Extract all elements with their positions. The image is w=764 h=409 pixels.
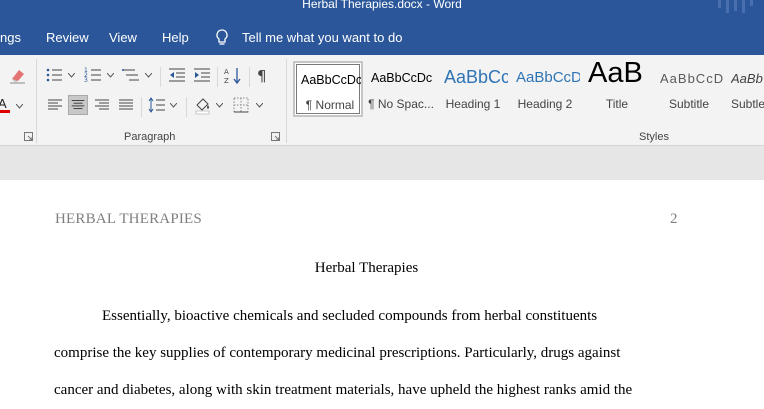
decrease-indent-icon[interactable]	[167, 65, 187, 85]
chevron-down-icon[interactable]	[145, 73, 152, 78]
style-preview: AaBbCcD	[660, 71, 724, 86]
ribbon: A 123 AZ ¶ Paragraph AaBbCcDc ¶ Normal A…	[0, 55, 764, 146]
style-name: Heading 2	[517, 97, 573, 111]
signal-icon	[718, 0, 753, 13]
style-no-spacing[interactable]: AaBbCcDc ¶ No Spac...	[366, 61, 436, 117]
style-heading-2[interactable]: AaBbCcD Heading 2	[510, 61, 580, 117]
svg-text:3: 3	[84, 77, 88, 84]
increase-indent-icon[interactable]	[192, 65, 212, 85]
style-preview: AaB	[588, 61, 643, 89]
chevron-down-icon[interactable]	[68, 73, 75, 78]
window-title: Herbal Therapies.docx - Word	[302, 0, 462, 11]
running-head[interactable]: HERBAL THERAPIES	[55, 211, 202, 228]
paragraph-line[interactable]: comprise the key supplies of contemporar…	[54, 345, 620, 362]
borders-icon[interactable]	[231, 95, 251, 115]
tab-settings[interactable]: ngs	[0, 30, 21, 45]
style-name: ¶ No Spac...	[368, 97, 434, 111]
style-preview: AaBb	[731, 71, 763, 86]
document-title[interactable]: Herbal Therapies	[0, 260, 733, 277]
style-heading-1[interactable]: AaBbCc Heading 1	[438, 61, 508, 117]
tell-me-search[interactable]: Tell me what you want to do	[242, 30, 402, 45]
chevron-down-icon[interactable]	[216, 103, 223, 108]
group-divider	[141, 97, 142, 117]
chevron-down-icon[interactable]	[170, 103, 177, 108]
shading-icon[interactable]	[193, 95, 213, 115]
group-divider	[286, 59, 287, 143]
styles-gallery: AaBbCcDc ¶ Normal AaBbCcDc ¶ No Spac... …	[293, 61, 764, 119]
bullets-icon[interactable]	[45, 65, 65, 85]
style-subtitle[interactable]: AaBbCcD Subtitle	[654, 61, 724, 117]
paragraph-dialog-launcher-icon[interactable]	[271, 132, 280, 141]
chevron-down-icon[interactable]	[107, 73, 114, 78]
style-preview: AaBbCcDc	[371, 71, 433, 85]
group-divider	[160, 67, 161, 87]
paragraph-group-label: Paragraph	[124, 131, 176, 143]
group-divider	[217, 67, 218, 87]
paragraph-line[interactable]: cancer and diabetes, along with skin tre…	[54, 382, 632, 399]
align-left-icon[interactable]	[45, 95, 65, 115]
font-color-icon[interactable]: A	[0, 95, 12, 115]
svg-text:A: A	[224, 68, 229, 76]
group-divider	[36, 59, 37, 143]
paragraph-line[interactable]: Essentially, bioactive chemicals and sec…	[102, 308, 597, 325]
show-formatting-marks-icon[interactable]: ¶	[254, 65, 274, 85]
numbering-icon[interactable]: 123	[84, 65, 104, 85]
ribbon-tabs: ngs Review View Help Tell me what you wa…	[0, 13, 764, 55]
style-normal[interactable]: AaBbCcDc ¶ Normal	[293, 61, 363, 117]
line-spacing-icon[interactable]	[147, 95, 167, 115]
group-divider	[186, 97, 187, 117]
style-name: Subtitle	[668, 97, 710, 111]
multilevel-list-icon[interactable]	[121, 65, 141, 85]
document-area[interactable]: HERBAL THERAPIES 2 Herbal Therapies Esse…	[0, 146, 764, 409]
lightbulb-icon[interactable]	[214, 28, 230, 48]
style-name: Subtle	[731, 97, 764, 111]
svg-text:¶: ¶	[257, 67, 267, 85]
svg-text:A: A	[0, 96, 7, 111]
style-preview: AaBbCcD	[516, 69, 580, 86]
style-name: Heading 1	[445, 97, 501, 111]
style-preview: AaBbCcDc	[301, 73, 363, 87]
title-bar: Herbal Therapies.docx - Word	[0, 0, 764, 13]
align-center-icon[interactable]	[68, 95, 88, 115]
svg-text:Z: Z	[224, 77, 229, 85]
group-divider	[249, 67, 250, 87]
tab-review[interactable]: Review	[46, 30, 89, 45]
style-name: Title	[605, 97, 629, 111]
chevron-down-icon[interactable]	[16, 104, 23, 109]
tab-help[interactable]: Help	[162, 30, 189, 45]
style-name: ¶ Normal	[305, 98, 355, 112]
page-number[interactable]: 2	[670, 211, 678, 228]
font-dialog-launcher-icon[interactable]	[24, 132, 33, 141]
chevron-down-icon[interactable]	[256, 103, 263, 108]
align-right-icon[interactable]	[92, 95, 112, 115]
style-title[interactable]: AaB Title	[582, 61, 652, 117]
justify-icon[interactable]	[116, 95, 136, 115]
document-page[interactable]: HERBAL THERAPIES 2 Herbal Therapies Esse…	[0, 180, 764, 409]
style-subtle-emphasis[interactable]: AaBb Subtle	[726, 61, 764, 117]
styles-group-label: Styles	[639, 131, 669, 143]
style-preview: AaBbCc	[444, 67, 508, 87]
clear-formatting-icon[interactable]	[8, 65, 28, 85]
sort-icon[interactable]: AZ	[223, 65, 243, 85]
tab-view[interactable]: View	[109, 30, 137, 45]
